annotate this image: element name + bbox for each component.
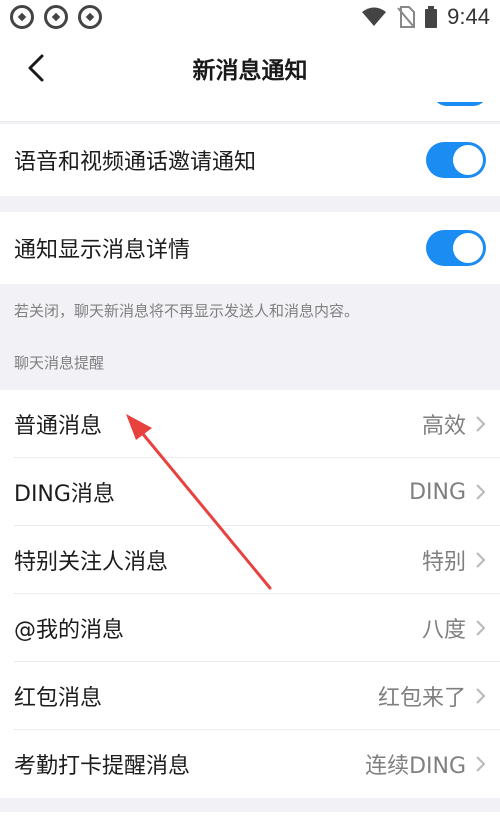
page-title: 新消息通知	[192, 58, 308, 84]
reminder-item-value: 连续DING	[365, 754, 466, 779]
chevron-right-icon	[476, 416, 486, 432]
chevron-right-icon	[476, 620, 486, 636]
voice-video-invite-toggle[interactable]	[426, 142, 486, 178]
app-icon	[44, 5, 68, 29]
status-bar-right: 9:44	[361, 4, 490, 30]
app-icon	[10, 5, 34, 29]
show-details-toggle[interactable]	[426, 230, 486, 266]
chevron-right-icon	[476, 756, 486, 772]
reminder-item-attendance[interactable]: 考勤打卡提醒消息 连续DING	[0, 730, 500, 798]
reminder-item-mentions[interactable]: @我的消息 八度	[0, 594, 500, 662]
next-section-partial	[0, 812, 500, 834]
section-header-chat-reminders: 聊天消息提醒	[14, 354, 105, 372]
reminder-item-value: 高效	[421, 414, 466, 439]
wifi-icon	[362, 7, 387, 26]
reminder-item-label: 特别关注人消息	[14, 550, 169, 575]
chevron-right-icon	[476, 484, 486, 500]
reminder-item-red-packet[interactable]: 红包消息 红包来了	[0, 662, 500, 730]
nav-bar: 新消息通知	[0, 34, 500, 102]
voice-video-invite-row: 语音和视频通话邀请通知	[0, 124, 500, 196]
reminder-item-label: 普通消息	[14, 414, 103, 439]
reminder-item-special-follow[interactable]: 特别关注人消息 特别	[0, 526, 500, 594]
reminder-item-value: 特别	[421, 550, 466, 575]
reminder-item-label: @我的消息	[14, 618, 125, 643]
show-details-label: 通知显示消息详情	[14, 238, 191, 263]
reminder-item-label: DING消息	[14, 482, 115, 507]
app-icon	[78, 5, 102, 29]
reminder-item-normal[interactable]: 普通消息 高效	[0, 390, 500, 458]
no-sim-icon	[397, 6, 416, 28]
scrolled-toggle-row	[0, 102, 500, 122]
reminder-item-label: 考勤打卡提醒消息	[14, 754, 191, 779]
toggle-knob	[453, 233, 483, 263]
chevron-right-icon	[476, 552, 486, 568]
status-bar: 9:44	[0, 0, 500, 34]
reminder-item-ding[interactable]: DING消息 DING	[0, 458, 500, 526]
status-time: 9:44	[447, 4, 490, 29]
toggle-switch[interactable]	[432, 102, 488, 106]
status-bar-left	[10, 5, 102, 29]
reminder-item-value: DING	[409, 479, 466, 505]
reminder-item-label: 红包消息	[14, 686, 103, 711]
reminder-item-value: 八度	[421, 618, 466, 643]
battery-icon	[425, 6, 438, 28]
back-button[interactable]	[18, 50, 54, 86]
reminder-item-value: 红包来了	[377, 686, 466, 711]
show-details-hint: 若关闭，聊天新消息将不再显示发送人和消息内容。	[14, 302, 360, 320]
chevron-left-icon	[28, 54, 44, 82]
voice-video-invite-label: 语音和视频通话邀请通知	[14, 150, 257, 175]
show-details-row: 通知显示消息详情	[0, 212, 500, 284]
toggle-knob	[453, 145, 483, 175]
chevron-right-icon	[476, 688, 486, 704]
